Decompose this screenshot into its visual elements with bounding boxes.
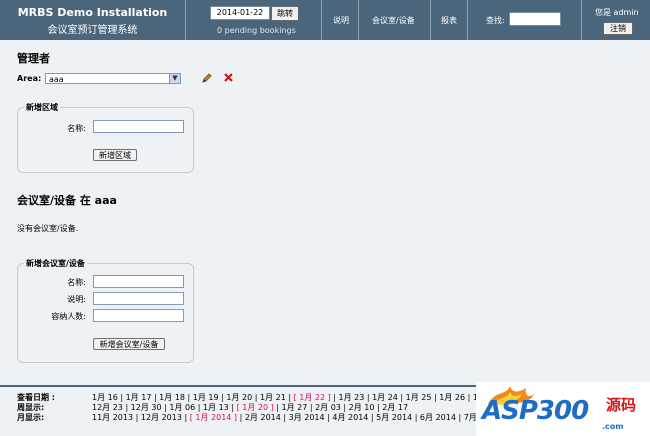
header-divider	[358, 0, 359, 40]
watermark-cn: 源码	[606, 396, 637, 414]
current-month-link[interactable]: [ 1月 2014 ]	[190, 413, 237, 422]
area-selected-value: aaa	[49, 75, 64, 84]
goto-date-button[interactable]: 跳转	[271, 6, 299, 21]
search-input[interactable]	[509, 12, 561, 26]
main-content: 管理者 Area: aaa ▼ 新增区域 名称: 新增区域 会议室/设备 在 a…	[0, 40, 650, 385]
date-input[interactable]: 2014-01-22	[210, 6, 270, 20]
new-room-button[interactable]: 新增会议室/设备	[93, 338, 165, 350]
new-area-name-input[interactable]	[93, 120, 184, 133]
room-capacity-label: 容纳人数:	[51, 312, 86, 321]
edit-pencil-icon[interactable]	[201, 72, 213, 86]
room-description-input[interactable]	[93, 292, 184, 305]
room-description-label: 说明:	[67, 295, 86, 304]
rooms-heading: 会议室/设备 在 aaa	[17, 194, 117, 207]
area-select[interactable]: aaa ▼	[45, 73, 181, 84]
current-week-link[interactable]: [ 1月 20 ]	[237, 403, 274, 412]
watermark-logo: ASP300 源码 .com	[476, 382, 650, 436]
new-area-button[interactable]: 新增区域	[93, 149, 137, 161]
watermark-domain: .com	[602, 422, 624, 431]
nav-rooms-link[interactable]: 会议室/设备	[372, 15, 415, 26]
nav-help-link[interactable]: 说明	[333, 15, 349, 26]
no-rooms-text: 没有会议室/设备.	[17, 224, 79, 233]
user-status[interactable]: 您是 admin	[595, 7, 639, 18]
room-name-label: 名称:	[67, 278, 86, 287]
new-area-name-label: 名称:	[67, 124, 86, 133]
header-divider	[321, 0, 322, 40]
header-divider	[185, 0, 186, 40]
admin-heading: 管理者	[17, 52, 50, 65]
chevron-down-icon[interactable]: ▼	[169, 74, 180, 83]
month-links-before[interactable]: 11月 2013 | 12月 2013 |	[92, 413, 190, 422]
day-links-after[interactable]: | 1月 23 | 1月 24 | 1月 25 | 1月 26 | 1月	[331, 393, 486, 402]
week-links-after[interactable]: | 1月 27 | 2月 03 | 2月 10 | 2月 17	[274, 403, 408, 412]
site-title[interactable]: MRBS Demo Installation	[0, 6, 185, 19]
month-links-after[interactable]: | 2月 2014 | 3月 2014 | 4月 2014 | 5月 2014 …	[237, 413, 500, 422]
watermark-text: ASP300	[482, 396, 589, 426]
logout-button[interactable]: 注销	[603, 22, 633, 35]
pending-bookings-link[interactable]: 0 pending bookings	[217, 26, 296, 35]
nav-report-link[interactable]: 报表	[441, 15, 457, 26]
header-divider	[467, 0, 468, 40]
current-day-link[interactable]: [ 1月 22 ]	[294, 393, 331, 402]
top-banner: MRBS Demo Installation 会议室预订管理系统 2014-01…	[0, 0, 650, 40]
room-name-input[interactable]	[93, 275, 184, 288]
room-capacity-input[interactable]	[93, 309, 184, 322]
day-links-before[interactable]: 1月 16 | 1月 17 | 1月 18 | 1月 19 | 1月 20 | …	[92, 393, 294, 402]
month-links[interactable]: 11月 2013 | 12月 2013 | [ 1月 2014 ] | 2月 2…	[92, 412, 500, 423]
area-label: Area:	[17, 74, 42, 83]
header-divider	[430, 0, 431, 40]
delete-x-icon[interactable]	[223, 72, 234, 85]
new-room-legend: 新增会议室/设备	[24, 258, 87, 269]
site-subtitle[interactable]: 会议室预订管理系统	[0, 21, 185, 36]
new-area-legend: 新增区域	[24, 102, 60, 113]
search-label: 查找:	[486, 16, 505, 25]
week-links-before[interactable]: 12月 23 | 12月 30 | 1月 06 | 1月 13 |	[92, 403, 237, 412]
site-brand[interactable]: MRBS Demo Installation 会议室预订管理系统	[0, 0, 185, 40]
header-divider	[581, 0, 582, 40]
month-nav-label: 月显示:	[17, 413, 45, 422]
new-area-fieldset	[17, 107, 194, 173]
